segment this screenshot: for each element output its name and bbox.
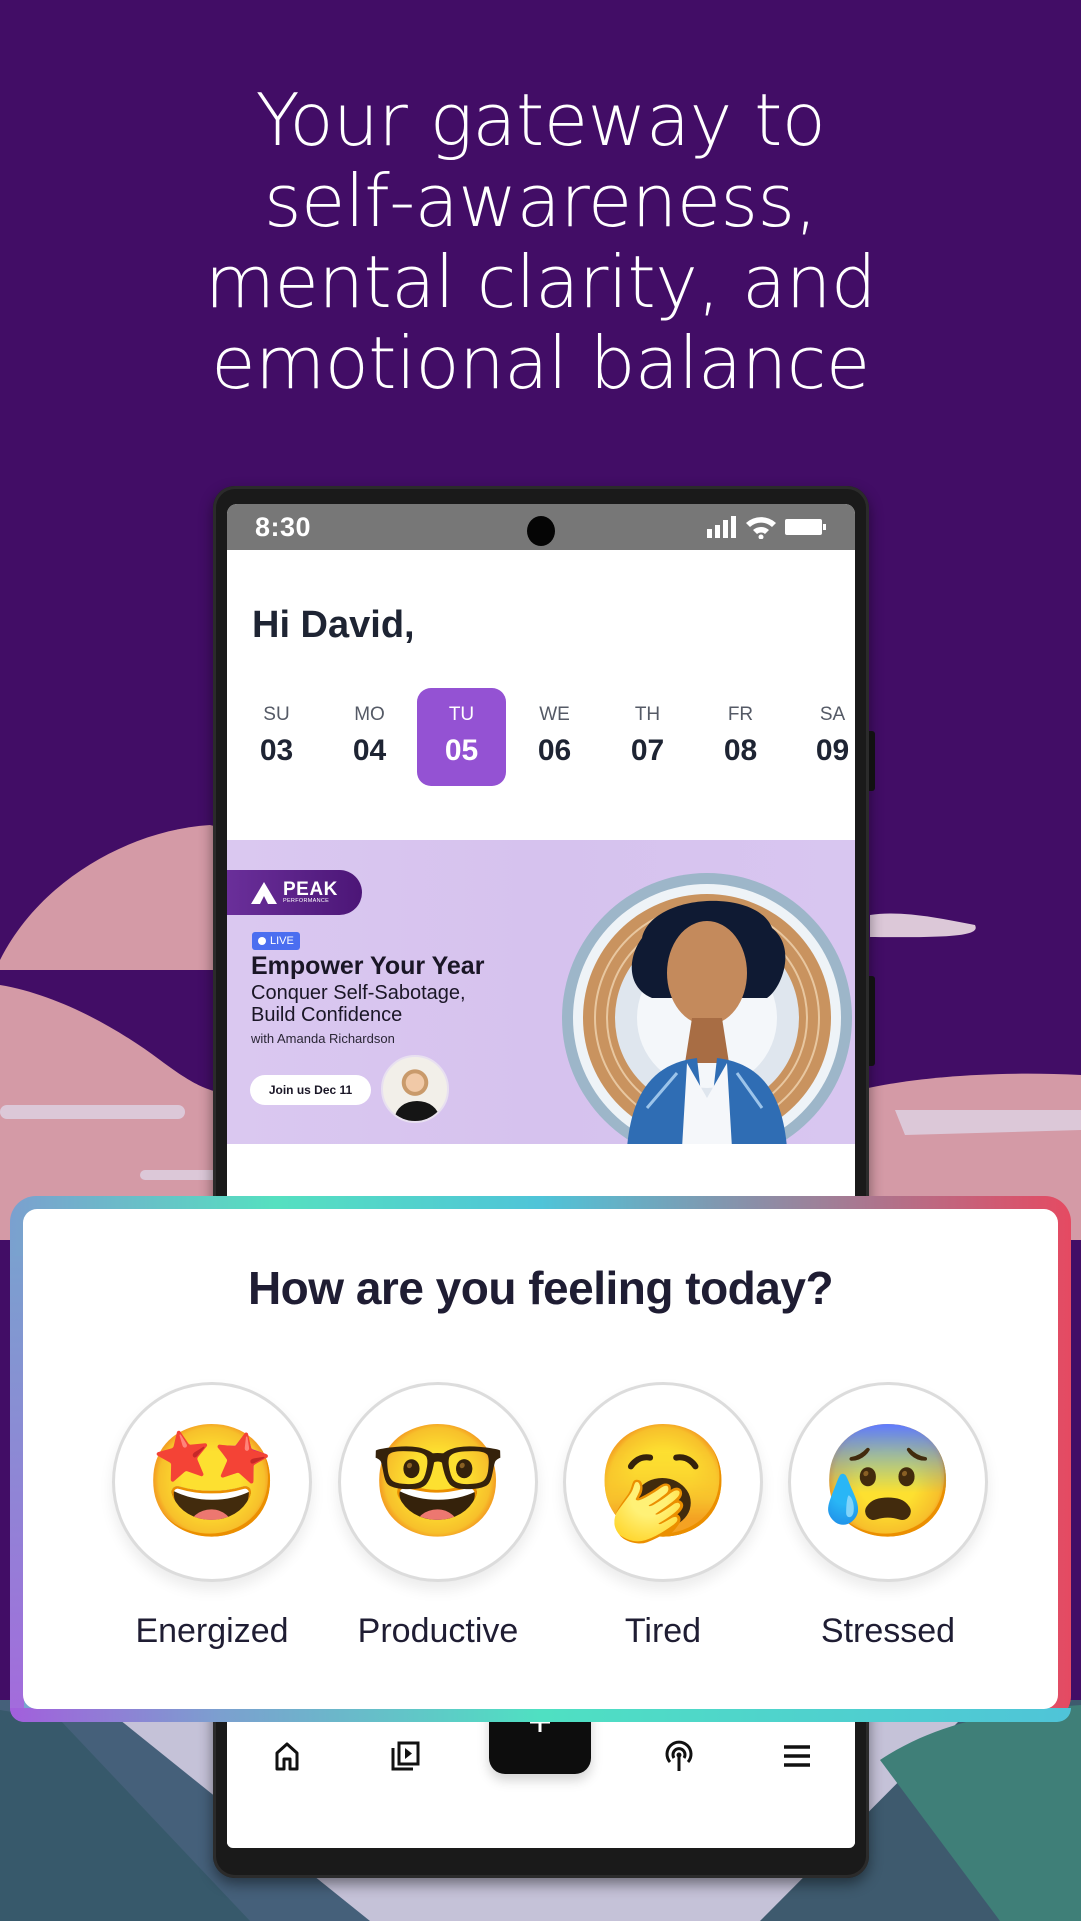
brand-subname: PERFORMANCE — [283, 898, 330, 905]
day-of-week: MO — [354, 704, 385, 725]
battery-icon — [785, 519, 826, 535]
day-of-week: WE — [539, 704, 570, 725]
day-of-week: SU — [263, 704, 290, 725]
mood-check-in-card: How are you feeling today? 🤩 Energized 🤓… — [10, 1196, 1071, 1722]
event-subtitle: Conquer Self-Sabotage, Build Confidence — [251, 982, 466, 1026]
nav-menu[interactable] — [777, 1736, 817, 1776]
headline-line: self-awareness, — [264, 159, 817, 243]
day-of-week: FR — [727, 704, 754, 725]
front-camera — [527, 516, 555, 546]
live-badge-label: LIVE — [270, 935, 294, 947]
event-promo-banner[interactable]: PEAK PERFORMANCE LIVE Empower Your Year … — [227, 840, 855, 1144]
headline: Your gateway to self-awareness, mental c… — [0, 80, 1081, 404]
day-thursday[interactable]: TH 07 — [603, 688, 692, 786]
day-tuesday-selected[interactable]: TU 05 — [417, 688, 506, 786]
status-time: 8:30 — [255, 511, 312, 542]
podcast-icon — [665, 1740, 693, 1771]
status-bar: 8:30 — [227, 504, 855, 550]
day-wednesday[interactable]: WE 06 — [510, 688, 599, 786]
day-monday[interactable]: MO 04 — [325, 688, 414, 786]
mood-label: Tired — [624, 1612, 702, 1650]
live-badge: LIVE — [252, 932, 300, 950]
day-date: 08 — [723, 734, 758, 767]
mood-option-tired[interactable]: 🥱 Tired — [563, 1382, 763, 1651]
live-dot-icon — [258, 937, 266, 945]
yawning-face-emoji-icon: 🥱 — [594, 1420, 732, 1543]
mood-label: Stressed — [820, 1612, 956, 1650]
headline-line: mental clarity, and — [204, 240, 877, 324]
headline-line: emotional balance — [211, 321, 870, 405]
nerd-face-emoji-icon: 🤓 — [369, 1420, 507, 1543]
signal-icon — [707, 516, 736, 538]
mood-circle[interactable]: 🥱 — [563, 1382, 763, 1582]
mood-circle[interactable]: 🤓 — [338, 1382, 538, 1582]
day-sunday[interactable]: SU 03 — [232, 688, 321, 786]
day-date: 04 — [352, 734, 387, 767]
nav-podcasts[interactable] — [659, 1736, 699, 1776]
day-friday[interactable]: FR 08 — [696, 688, 785, 786]
mood-label: Energized — [135, 1612, 289, 1650]
day-date: 09 — [815, 734, 850, 767]
day-saturday[interactable]: SA 09 — [788, 688, 855, 786]
day-of-week: TU — [448, 704, 475, 725]
day-of-week: TH — [634, 704, 661, 725]
event-host: with Amanda Richardson — [251, 1031, 395, 1046]
anxious-sweat-emoji-icon: 😰 — [819, 1420, 957, 1543]
day-date: 03 — [259, 734, 294, 767]
greeting: Hi David, — [252, 604, 415, 646]
mood-option-stressed[interactable]: 😰 Stressed — [788, 1382, 988, 1651]
day-date: 06 — [537, 734, 572, 767]
day-date: 05 — [444, 734, 479, 767]
home-icon — [275, 1742, 299, 1771]
nav-videos[interactable] — [385, 1736, 425, 1776]
event-subtitle-line: Conquer Self-Sabotage, — [251, 982, 466, 1004]
volume-button — [869, 731, 875, 791]
headline-line: Your gateway to — [255, 78, 826, 162]
peak-logo-icon — [251, 881, 277, 904]
mood-option-energized[interactable]: 🤩 Energized — [112, 1382, 312, 1651]
join-event-button[interactable]: Join us Dec 11 — [250, 1075, 371, 1105]
wifi-icon — [746, 517, 776, 539]
mood-card-body: How are you feeling today? 🤩 Energized 🤓… — [23, 1209, 1058, 1709]
mood-option-productive[interactable]: 🤓 Productive — [338, 1382, 538, 1651]
day-of-week: SA — [819, 704, 846, 725]
menu-icon — [784, 1745, 810, 1767]
mood-question: How are you feeling today? — [247, 1262, 834, 1314]
hero-illustration — [562, 873, 852, 1144]
event-title: Empower Your Year — [251, 952, 485, 980]
event-subtitle-line: Build Confidence — [251, 1004, 403, 1026]
nav-home[interactable] — [267, 1736, 307, 1776]
host-avatar — [381, 1055, 449, 1123]
brand-name: PEAK — [283, 879, 338, 901]
mood-circle[interactable]: 😰 — [788, 1382, 988, 1582]
star-struck-emoji-icon: 🤩 — [143, 1420, 281, 1543]
power-button — [869, 976, 875, 1066]
video-library-icon — [391, 1741, 420, 1771]
mood-label: Productive — [357, 1612, 519, 1650]
day-date: 07 — [630, 734, 665, 767]
week-date-picker: SU 03 MO 04 TU 05 WE 06 TH 07 FR 08 SA 0… — [232, 688, 852, 788]
mood-circle[interactable]: 🤩 — [112, 1382, 312, 1582]
peak-performance-logo: PEAK PERFORMANCE — [227, 870, 362, 915]
